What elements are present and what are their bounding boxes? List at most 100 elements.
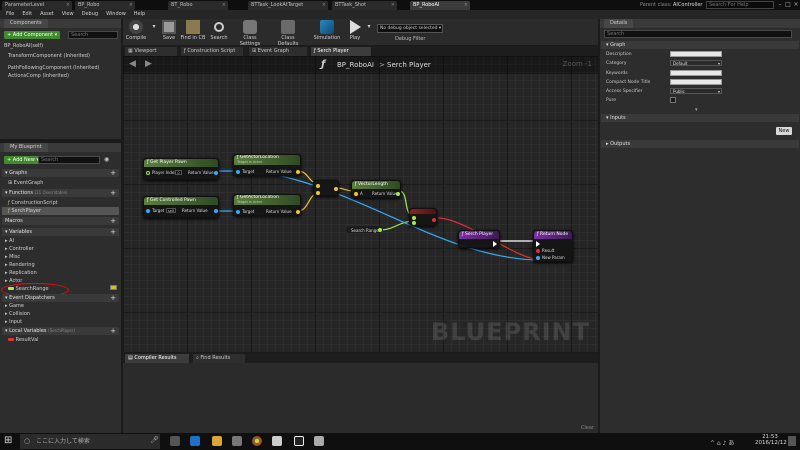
edge-browser-icon[interactable]: [190, 436, 200, 446]
play-button[interactable]: Play: [347, 20, 363, 41]
component-transform[interactable]: TransformComponent (Inherited): [8, 53, 90, 59]
target-pin[interactable]: [236, 210, 240, 214]
app-icon[interactable]: [272, 436, 282, 446]
section-functions[interactable]: ▾ Functions (21 Overridable) +: [2, 189, 119, 197]
debug-object-select[interactable]: No debug object selected ▾: [377, 24, 443, 33]
taskbar-search-input[interactable]: ここに入力して検索: [20, 434, 160, 449]
node-vector-length[interactable]: ƒ VectorLength A Return Value: [351, 180, 401, 198]
doc-tab-bttask-shot[interactable]: BTTask_Shot ×: [332, 1, 397, 10]
close-icon[interactable]: ×: [464, 2, 468, 8]
section-local-variables[interactable]: ▾ Local Variables (SerchPlayer) +: [2, 327, 119, 335]
doc-tab-bp-robo[interactable]: BP_Robo ×: [75, 1, 135, 10]
parent-class-value[interactable]: AIController: [673, 2, 703, 8]
blueprint-search-input[interactable]: Search: [38, 156, 100, 164]
section-macros[interactable]: Macros +: [2, 217, 119, 225]
add-function-icon[interactable]: +: [110, 189, 116, 197]
var-category-controller[interactable]: ▸ Controller: [5, 246, 34, 252]
save-button[interactable]: Save: [161, 20, 177, 41]
target-pin[interactable]: [236, 170, 240, 174]
chrome-icon[interactable]: [252, 436, 262, 446]
add-component-button[interactable]: + Add Component ▾: [4, 31, 61, 39]
subtract-a-pin[interactable]: [316, 184, 320, 188]
details-tab[interactable]: Details: [604, 19, 634, 28]
menu-window[interactable]: Window: [104, 10, 128, 19]
store-icon[interactable]: [232, 436, 242, 446]
add-variable-icon[interactable]: +: [110, 228, 116, 236]
menu-debug[interactable]: Debug: [80, 10, 100, 19]
access-specifier-select[interactable]: Public ▾: [670, 88, 722, 94]
doc-tab-bp-roboai[interactable]: BP_RoboAI ×: [410, 1, 470, 10]
search-button[interactable]: Search: [209, 20, 229, 41]
section-variables[interactable]: ▾ Variables +: [2, 228, 119, 236]
node-get-actor-location-1[interactable]: ƒ GetActorLocation Target is Actor Target…: [233, 154, 301, 176]
subtract-b-pin[interactable]: [316, 191, 320, 195]
close-icon[interactable]: ×: [222, 2, 226, 8]
vector-length-a-pin[interactable]: [354, 192, 358, 196]
var-category-misc[interactable]: ▸ Misc: [5, 254, 20, 260]
doc-tab-parameter-level[interactable]: ParameterLevel ×: [2, 1, 72, 10]
new-input-button[interactable]: New: [776, 127, 792, 135]
section-outputs[interactable]: ▸ Outputs: [601, 140, 799, 148]
tab-viewport[interactable]: ▦ Viewport: [125, 47, 177, 56]
node-return[interactable]: ƒ Return Node Result New Param: [533, 230, 573, 262]
menu-file[interactable]: File: [4, 10, 16, 19]
doc-tab-bt-robo[interactable]: BT_Robo ×: [168, 1, 228, 10]
node-search-range-getter[interactable]: Search Range: [345, 225, 383, 234]
node-vector-subtract[interactable]: [313, 180, 339, 196]
local-variable-resultval[interactable]: ResultVal: [8, 337, 39, 343]
clock[interactable]: 21:53 2016/12/12: [755, 434, 787, 446]
component-pathfollowing[interactable]: PathFollowingComponent (Inherited): [8, 65, 99, 71]
category-select[interactable]: Default ▾: [670, 60, 722, 66]
player-index-input[interactable]: 0: [175, 170, 182, 175]
file-explorer-icon[interactable]: [212, 436, 222, 446]
windows-start-icon[interactable]: ⊞: [4, 436, 12, 446]
find-in-cb-button[interactable]: Find in CB: [180, 20, 206, 41]
section-graphs[interactable]: ▾ Graphs +: [2, 169, 119, 177]
node-compare-float[interactable]: [409, 208, 437, 226]
var-category-ai[interactable]: ▸ AI: [5, 238, 14, 244]
compact-node-title-field[interactable]: [670, 79, 722, 85]
result-input-pin[interactable]: [536, 249, 540, 253]
entry-exec-output-pin[interactable]: [493, 241, 497, 247]
description-field[interactable]: [670, 51, 722, 57]
dispatcher-category-input[interactable]: ▸ Input: [5, 319, 22, 325]
clear-button[interactable]: Clear: [581, 425, 594, 431]
app-icon-2[interactable]: [314, 436, 324, 446]
compile-options-dropdown[interactable]: ▾: [149, 23, 159, 30]
graph-canvas[interactable]: ◀ ▶ ƒ BP_RoboAI > Serch Player Zoom -1 ƒ…: [123, 56, 598, 352]
component-actionscomp[interactable]: ActionsComp (Inherited): [8, 73, 69, 79]
simulation-button[interactable]: Simulation: [313, 20, 341, 41]
node-function-entry[interactable]: ƒ Serch Player: [458, 230, 500, 248]
controlled-pawn-output-pin[interactable]: [214, 209, 218, 213]
play-options-dropdown[interactable]: ▾: [365, 23, 373, 30]
microphone-icon[interactable]: 🎤︎: [150, 436, 159, 444]
node-get-player-pawn[interactable]: ƒ Get Player Pawn Player Index 0 Return …: [143, 158, 219, 180]
section-graph[interactable]: ▾ Graph: [601, 41, 799, 49]
node-get-actor-location-2[interactable]: ƒ GetActorLocation Target is Actor Target…: [233, 194, 301, 216]
tab-serch-player[interactable]: ƒ Serch Player: [311, 47, 371, 56]
subtract-output-pin[interactable]: [334, 187, 338, 191]
location-output-pin[interactable]: [296, 170, 300, 174]
menu-view[interactable]: View: [60, 10, 76, 19]
vector-length-output-pin[interactable]: [396, 192, 400, 196]
target-pin[interactable]: [146, 209, 150, 213]
close-icon[interactable]: ×: [129, 2, 133, 8]
components-tab[interactable]: Components: [4, 19, 48, 28]
add-dispatcher-icon[interactable]: +: [110, 294, 116, 302]
task-view-icon[interactable]: [170, 436, 180, 446]
details-search-input[interactable]: Search: [604, 30, 792, 38]
target-self-input[interactable]: self: [166, 208, 176, 213]
function-serchplayer[interactable]: ƒ SerchPlayer: [8, 208, 41, 214]
system-tray-icons[interactable]: ^ ⌂ ♪ あ: [710, 438, 734, 447]
minimize-icon[interactable]: –: [776, 0, 784, 10]
pure-checkbox[interactable]: [670, 97, 676, 103]
class-settings-button[interactable]: Class Settings: [233, 20, 267, 47]
node-get-controlled-pawn[interactable]: ƒ Get Controlled Pawn Target self Return…: [143, 196, 219, 218]
add-graph-icon[interactable]: +: [110, 169, 116, 177]
add-new-button[interactable]: + Add New ▾: [4, 156, 43, 164]
search-range-output-pin[interactable]: [378, 228, 382, 232]
tab-compiler-results[interactable]: ▤ Compiler Results: [125, 354, 189, 363]
class-defaults-button[interactable]: Class Defaults: [271, 20, 305, 47]
unreal-engine-icon[interactable]: [294, 436, 304, 446]
section-inputs[interactable]: ▾ Inputs: [601, 114, 799, 122]
